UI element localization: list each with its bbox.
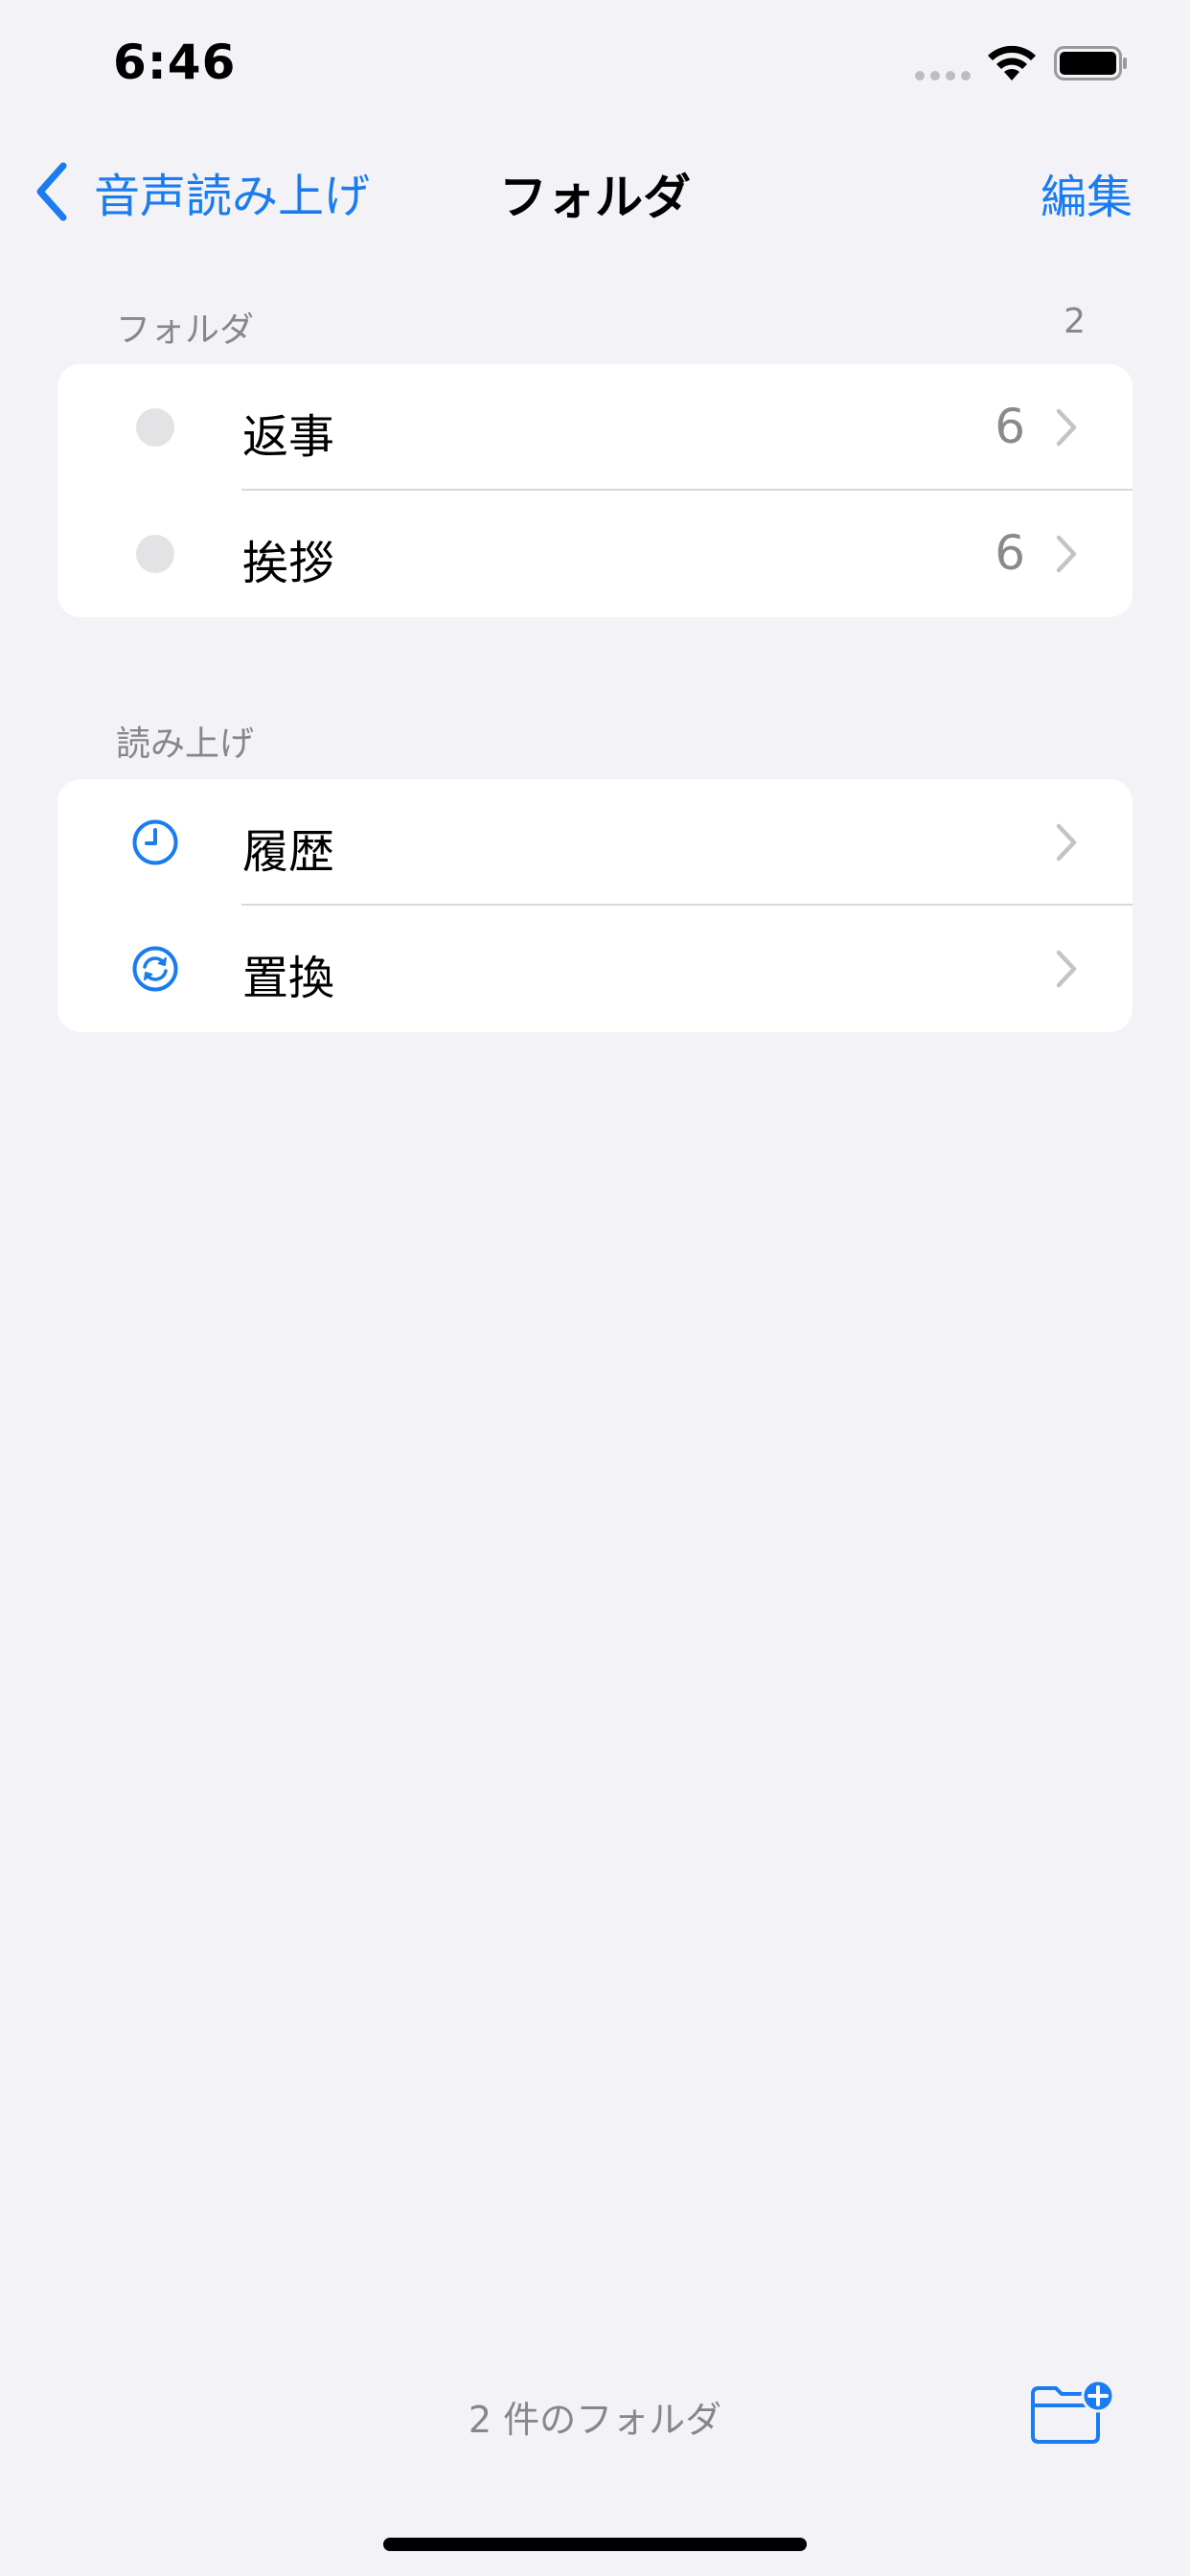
folders-section-header: フォルダ 2 [116, 302, 1086, 352]
battery-icon [1054, 46, 1127, 80]
status-bar: 6:46 [0, 0, 1190, 134]
cellular-signal-icon [915, 71, 971, 80]
chevron-right-icon [1056, 823, 1077, 862]
chevron-right-icon [1056, 535, 1077, 573]
replace-label: 置換 [242, 952, 335, 1005]
history-label: 履歴 [242, 825, 335, 879]
edit-button[interactable]: 編集 [1041, 159, 1133, 226]
replace-row[interactable]: 置換 [57, 906, 1133, 1032]
folder-item-count: 6 [995, 399, 1025, 454]
home-indicator [383, 2538, 807, 2551]
folder-label: 返事 [242, 410, 335, 464]
arrows-cycle-icon [132, 946, 178, 992]
folder-row-greeting[interactable]: 挨拶 6 [57, 491, 1133, 617]
wifi-icon [988, 45, 1036, 80]
chevron-right-icon [1056, 950, 1077, 988]
folder-count-summary: 2 件のフォルダ [468, 2399, 722, 2441]
folder-item-count: 6 [995, 525, 1025, 581]
folder-label: 挨拶 [242, 537, 335, 590]
folders-list: 返事 6 挨拶 6 [57, 364, 1133, 617]
screen: 6:46 音声読み上げ フォルダ 編集 フォルダ 2 返事 6 挨拶 6 読み上… [0, 0, 1190, 2576]
folders-section-title: フォルダ [116, 310, 255, 350]
folder-row-reply[interactable]: 返事 6 [57, 364, 1133, 491]
readout-section-header: 読み上げ [116, 716, 1074, 766]
folder-plus-icon[interactable] [1029, 2380, 1117, 2446]
chevron-right-icon [1056, 408, 1077, 447]
history-row[interactable]: 履歴 [57, 779, 1133, 906]
folder-color-dot-icon [136, 408, 174, 447]
readout-list: 履歴 置換 [57, 779, 1133, 1032]
status-time: 6:46 [113, 34, 237, 90]
page-title: フォルダ [499, 170, 691, 225]
folder-color-dot-icon [136, 535, 174, 573]
clock-icon [132, 819, 178, 865]
folders-section-count: 2 [1064, 302, 1086, 341]
readout-section-title: 読み上げ [116, 724, 255, 764]
